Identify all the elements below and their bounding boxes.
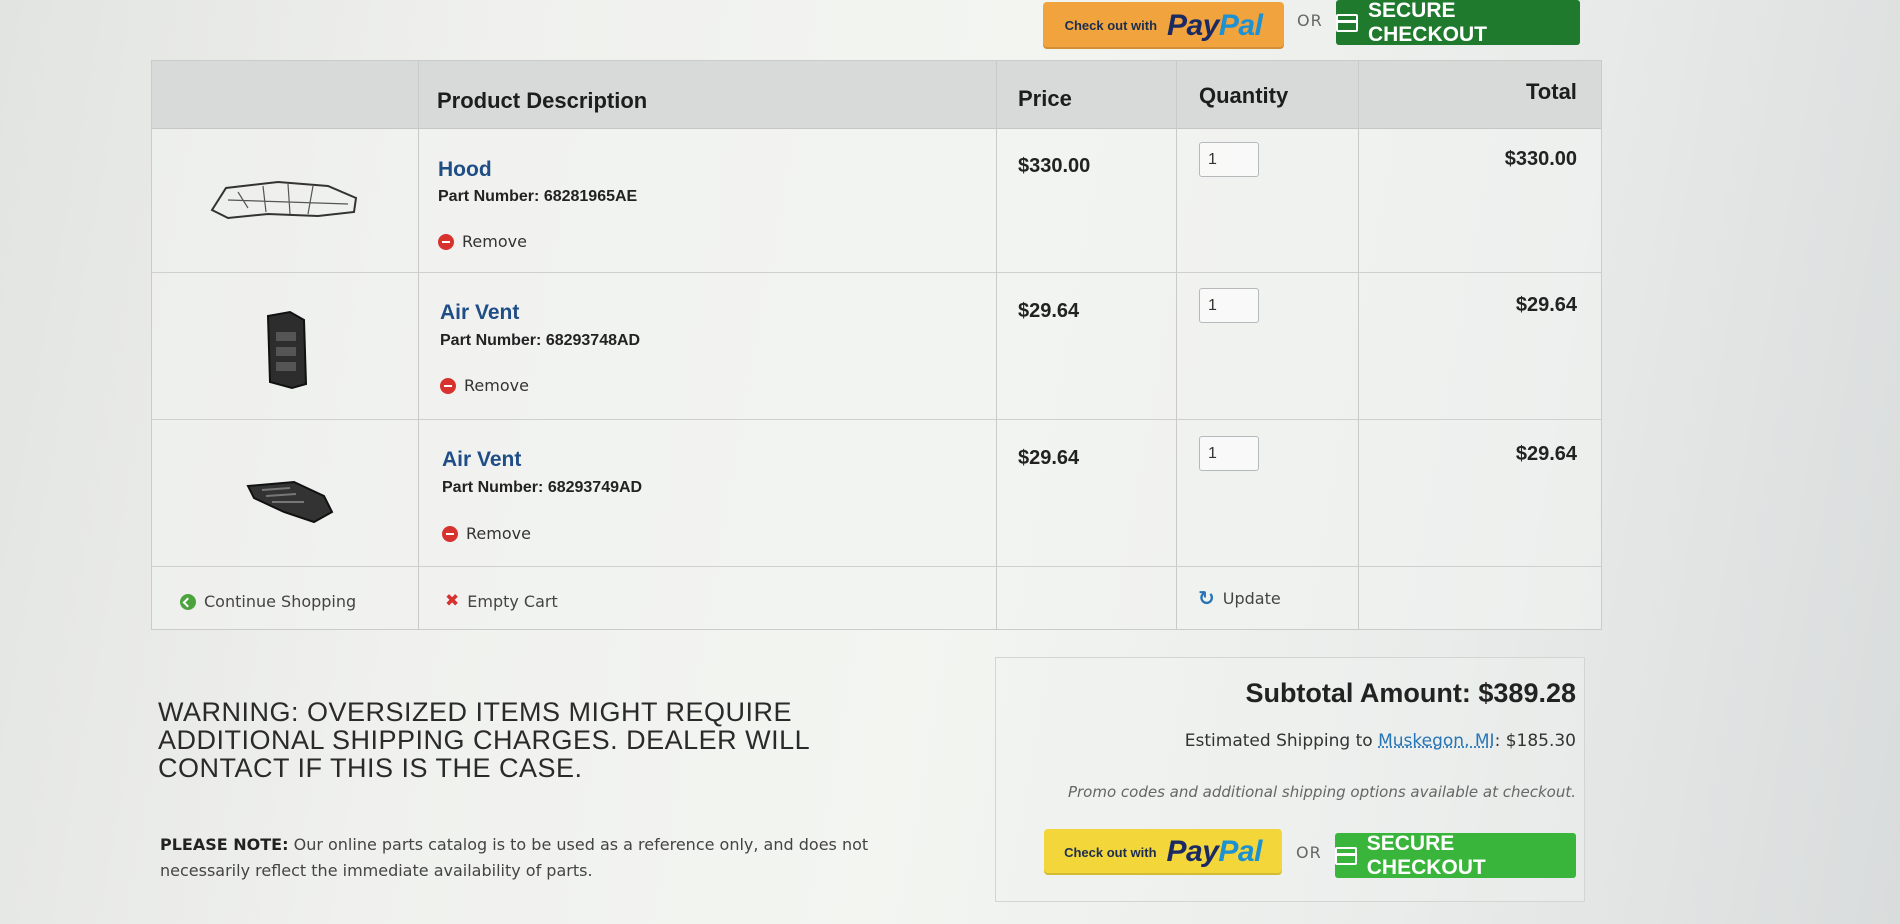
header-total: Total [1526, 79, 1577, 104]
paypal-checkout-button-bottom[interactable]: Check out with PayPal [1044, 829, 1282, 875]
arrow-left-circle-icon [180, 593, 196, 610]
secure-checkout-label: SECURE CHECKOUT [1366, 831, 1486, 879]
product-name-link[interactable]: Air Vent [442, 448, 521, 472]
remove-label: Remove [466, 524, 531, 543]
promo-note: Promo codes and additional shipping opti… [1067, 783, 1576, 801]
part-number-text: Part Number: 68293749AD [442, 479, 643, 496]
remove-item-button[interactable]: Remove [442, 524, 531, 543]
credit-card-icon [1335, 846, 1357, 865]
quantity-input[interactable] [1199, 436, 1259, 471]
remove-icon [438, 233, 454, 250]
remove-label: Remove [462, 232, 527, 251]
paypal-checkout-button-top[interactable]: Check out with PayPal [1043, 2, 1284, 49]
quantity-input[interactable] [1199, 142, 1259, 177]
continue-shopping-link[interactable]: Continue Shopping [180, 592, 356, 611]
continue-shopping-label: Continue Shopping [204, 592, 357, 611]
estimated-shipping: Estimated Shipping to Muskegon, MI: $185… [1184, 731, 1576, 751]
close-icon: ✖ [445, 591, 460, 611]
paypal-small-text: Check out with [1064, 18, 1158, 33]
secure-checkout-button-bottom[interactable]: SECURE CHECKOUT [1335, 831, 1576, 879]
item-price: $29.64 [1018, 447, 1080, 469]
empty-cart-label: Empty Cart [467, 591, 558, 611]
shipping-location-link[interactable]: Muskegon, MI [1378, 731, 1494, 751]
product-name-link[interactable]: Hood [438, 158, 492, 182]
remove-item-button[interactable]: Remove [438, 232, 527, 251]
or-separator-top: OR [1297, 11, 1323, 30]
header-quantity: Quantity [1199, 83, 1289, 108]
air-vent-part-image [246, 480, 334, 524]
paypal-small-text: Check out with [1064, 844, 1157, 860]
header-price: Price [1018, 86, 1072, 111]
item-total: $29.64 [1515, 294, 1577, 316]
product-name-link[interactable]: Air Vent [440, 301, 519, 325]
secure-checkout-label: SECURE CHECKOUT [1367, 0, 1487, 46]
please-note: PLEASE NOTE: Our online parts catalog is… [160, 835, 869, 880]
paypal-logo: PayPal [1167, 8, 1263, 42]
subtotal-amount: Subtotal Amount: $389.28 [1245, 678, 1576, 708]
empty-cart-link[interactable]: ✖ Empty Cart [445, 591, 558, 611]
oversize-warning: WARNING: OVERSIZED ITEMS MIGHT REQUIRE A… [158, 697, 810, 783]
remove-icon [442, 525, 458, 542]
refresh-icon: ↻ [1198, 586, 1215, 610]
or-separator-bottom: OR [1296, 843, 1322, 862]
item-price: $29.64 [1018, 300, 1080, 322]
secure-checkout-button-top[interactable]: SECURE CHECKOUT [1336, 0, 1580, 46]
remove-label: Remove [464, 376, 529, 395]
item-total: $330.00 [1504, 148, 1577, 170]
hood-part-image [210, 180, 358, 220]
cart-table [151, 60, 1602, 630]
remove-item-button[interactable]: Remove [440, 376, 529, 395]
paypal-logo: PayPal [1166, 835, 1263, 868]
header-product-description: Product Description [437, 88, 648, 113]
update-label: Update [1222, 588, 1281, 608]
part-number-text: Part Number: 68293748AD [440, 332, 641, 349]
item-price: $330.00 [1018, 155, 1091, 177]
part-number-text: Part Number: 68281965AE [438, 188, 638, 205]
update-cart-button[interactable]: ↻ Update [1198, 586, 1281, 610]
quantity-input[interactable] [1199, 288, 1259, 323]
remove-icon [440, 377, 456, 394]
cart-header-row [152, 61, 1601, 129]
item-total: $29.64 [1515, 443, 1577, 465]
credit-card-icon [1336, 13, 1358, 32]
air-vent-part-image [266, 310, 308, 390]
